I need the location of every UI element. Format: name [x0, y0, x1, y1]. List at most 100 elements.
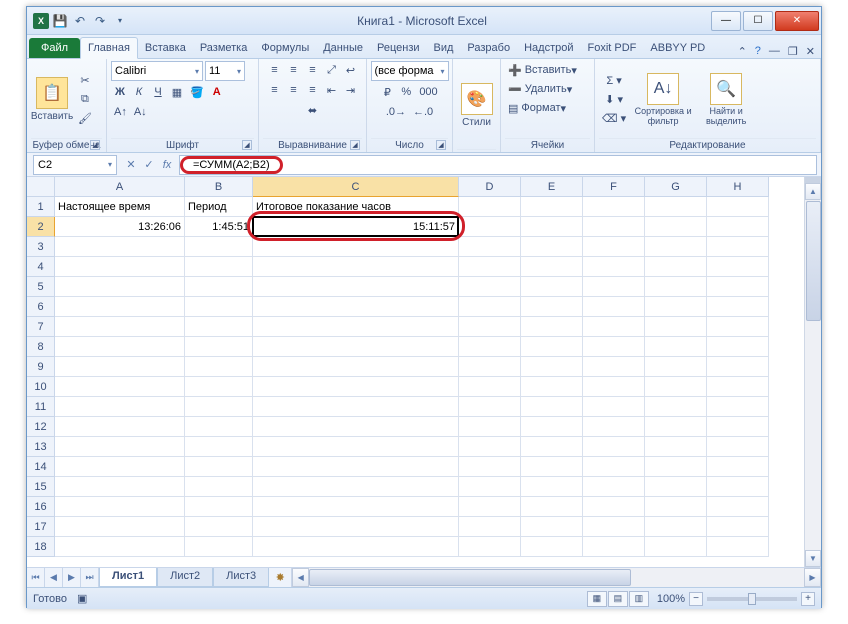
scroll-right-icon[interactable]: ▶: [804, 568, 821, 587]
doc-restore-icon[interactable]: ❐: [788, 45, 798, 58]
cell-E11[interactable]: [521, 397, 583, 417]
bold-button[interactable]: Ж: [111, 83, 129, 101]
font-size-combo[interactable]: 11▾: [205, 61, 245, 81]
tab-данные[interactable]: Данные: [316, 38, 370, 58]
tab-foxit pdf[interactable]: Foxit PDF: [581, 38, 644, 58]
col-header-A[interactable]: A: [55, 177, 185, 197]
col-header-B[interactable]: B: [185, 177, 253, 197]
col-header-G[interactable]: G: [645, 177, 707, 197]
paste-button[interactable]: 📋 Вставить: [31, 77, 73, 122]
insert-cells-button[interactable]: ➕ Вставить ▾: [505, 61, 590, 79]
save-icon[interactable]: 💾: [51, 12, 69, 30]
autosum-icon[interactable]: Σ ▾: [599, 72, 629, 90]
worksheet-grid[interactable]: ABCDEFGH 123456789101112131415161718 Нас…: [27, 177, 821, 567]
row-header-7[interactable]: 7: [27, 317, 55, 337]
format-cells-button[interactable]: ▤ Формат ▾: [505, 99, 590, 117]
cell-A7[interactable]: [55, 317, 185, 337]
underline-button[interactable]: Ч: [149, 83, 167, 101]
new-sheet-icon[interactable]: ✸: [269, 568, 291, 587]
row-header-13[interactable]: 13: [27, 437, 55, 457]
cell-G15[interactable]: [645, 477, 707, 497]
sheet-tab-Лист3[interactable]: Лист3: [213, 568, 269, 587]
styles-button[interactable]: 🎨 Стили: [457, 83, 496, 128]
cell-A12[interactable]: [55, 417, 185, 437]
cell-F17[interactable]: [583, 517, 645, 537]
cell-B12[interactable]: [185, 417, 253, 437]
align-bottom-icon[interactable]: ≡: [304, 61, 322, 79]
cell-G17[interactable]: [645, 517, 707, 537]
cell-B4[interactable]: [185, 257, 253, 277]
cell-E8[interactable]: [521, 337, 583, 357]
row-header-14[interactable]: 14: [27, 457, 55, 477]
sheet-nav-prev-icon[interactable]: ◀: [45, 568, 63, 587]
cell-G1[interactable]: [645, 197, 707, 217]
cell-A5[interactable]: [55, 277, 185, 297]
sheet-tab-Лист2[interactable]: Лист2: [157, 568, 213, 587]
cell-G10[interactable]: [645, 377, 707, 397]
zoom-slider[interactable]: [707, 597, 797, 601]
vscroll-thumb[interactable]: [806, 201, 821, 321]
fx-icon[interactable]: fx: [159, 157, 175, 173]
cell-B5[interactable]: [185, 277, 253, 297]
clear-icon[interactable]: ⌫ ▾: [599, 110, 629, 128]
orientation-icon[interactable]: ⤢: [323, 61, 341, 79]
cell-A10[interactable]: [55, 377, 185, 397]
minimize-button[interactable]: —: [711, 11, 741, 31]
cell-G12[interactable]: [645, 417, 707, 437]
row-header-12[interactable]: 12: [27, 417, 55, 437]
cell-B1[interactable]: Период: [185, 197, 253, 217]
cell-B18[interactable]: [185, 537, 253, 557]
tab-формулы[interactable]: Формулы: [254, 38, 316, 58]
help-icon[interactable]: ?: [755, 45, 761, 58]
comma-icon[interactable]: 000: [416, 83, 440, 101]
macro-record-icon[interactable]: ▣: [77, 592, 87, 605]
cell-G13[interactable]: [645, 437, 707, 457]
row-header-9[interactable]: 9: [27, 357, 55, 377]
tab-надстрой[interactable]: Надстрой: [517, 38, 580, 58]
increase-font-icon[interactable]: A↑: [111, 103, 130, 121]
col-header-H[interactable]: H: [707, 177, 769, 197]
minimize-ribbon-icon[interactable]: ⌃: [738, 45, 747, 58]
cell-A4[interactable]: [55, 257, 185, 277]
cell-A6[interactable]: [55, 297, 185, 317]
cell-D8[interactable]: [459, 337, 521, 357]
cell-D13[interactable]: [459, 437, 521, 457]
cell-H15[interactable]: [707, 477, 769, 497]
cell-E10[interactable]: [521, 377, 583, 397]
cell-H13[interactable]: [707, 437, 769, 457]
cell-F1[interactable]: [583, 197, 645, 217]
cell-B14[interactable]: [185, 457, 253, 477]
cell-F5[interactable]: [583, 277, 645, 297]
cell-D2[interactable]: [459, 217, 521, 237]
view-normal-icon[interactable]: ▦: [587, 591, 607, 607]
cell-D16[interactable]: [459, 497, 521, 517]
cell-D10[interactable]: [459, 377, 521, 397]
cell-A9[interactable]: [55, 357, 185, 377]
cell-E13[interactable]: [521, 437, 583, 457]
format-painter-icon[interactable]: 🖌: [75, 110, 95, 128]
cell-F11[interactable]: [583, 397, 645, 417]
cell-C8[interactable]: [253, 337, 459, 357]
cell-F6[interactable]: [583, 297, 645, 317]
cell-E7[interactable]: [521, 317, 583, 337]
tab-рецензи[interactable]: Рецензи: [370, 38, 427, 58]
border-button[interactable]: ▦: [168, 83, 186, 101]
cell-E6[interactable]: [521, 297, 583, 317]
formula-input[interactable]: =СУММ(A2;B2): [179, 155, 817, 175]
view-layout-icon[interactable]: ▤: [608, 591, 628, 607]
cell-H18[interactable]: [707, 537, 769, 557]
cell-C18[interactable]: [253, 537, 459, 557]
cancel-formula-icon[interactable]: ✕: [123, 157, 139, 173]
cell-G16[interactable]: [645, 497, 707, 517]
find-select-button[interactable]: 🔍 Найти и выделить: [697, 73, 755, 127]
cell-C3[interactable]: [253, 237, 459, 257]
cell-D6[interactable]: [459, 297, 521, 317]
col-header-C[interactable]: C: [253, 177, 459, 197]
cell-C15[interactable]: [253, 477, 459, 497]
row-header-3[interactable]: 3: [27, 237, 55, 257]
cell-C2[interactable]: 15:11:57: [253, 217, 459, 237]
cell-D7[interactable]: [459, 317, 521, 337]
row-header-6[interactable]: 6: [27, 297, 55, 317]
cell-B13[interactable]: [185, 437, 253, 457]
cell-B16[interactable]: [185, 497, 253, 517]
